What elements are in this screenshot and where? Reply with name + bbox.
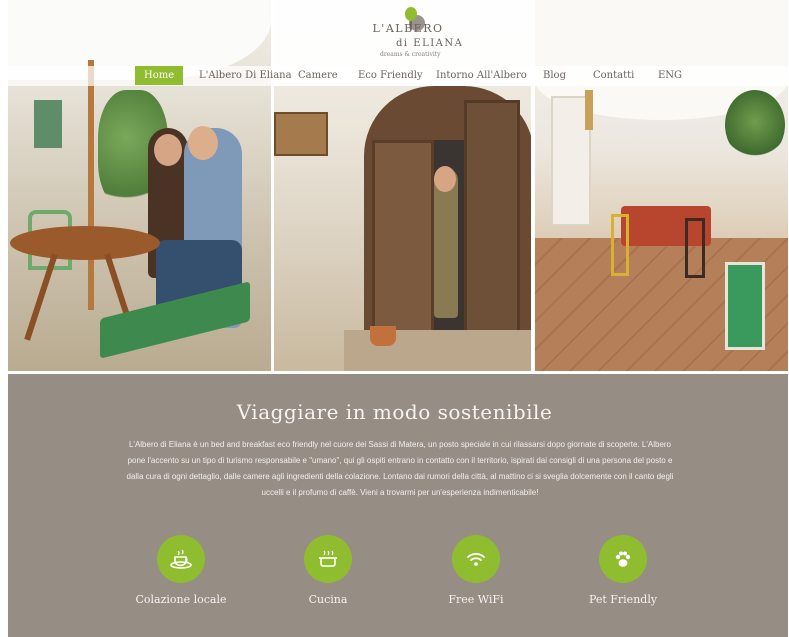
brand-name[interactable]: L'ALBERO <box>353 22 463 35</box>
flower-pot <box>370 326 396 346</box>
nav-item-language-eng[interactable]: ENG <box>658 66 682 85</box>
umbrella-pole <box>88 60 94 310</box>
person-woman-door-head <box>434 166 456 192</box>
feature-pet-friendly[interactable]: Pet Friendly <box>573 535 673 606</box>
hero-photo-couple <box>8 0 271 371</box>
paw-icon <box>599 535 647 583</box>
section-title: Viaggiare in modo sostenibile <box>236 400 553 424</box>
door-left-panel <box>372 140 434 338</box>
dark-chair <box>685 218 705 278</box>
feature-label: Colazione locale <box>135 593 227 606</box>
hanging-plant <box>725 90 785 160</box>
cooking-pot-icon <box>304 535 352 583</box>
brand-tagline: dreams & creativity <box>380 51 441 58</box>
nav-item-eco-friendly[interactable]: Eco Friendly <box>358 66 423 85</box>
yellow-chair <box>611 214 629 276</box>
brand-name-sub: di ELIANA <box>396 38 464 49</box>
green-cabinet <box>725 262 765 350</box>
nav-item-surroundings[interactable]: Intorno All'Albero <box>436 66 527 85</box>
nav-item-blog[interactable]: Blog <box>543 66 566 85</box>
section-paragraph: L'Albero di Eliana è un bed and breakfas… <box>126 440 674 497</box>
green-shutter <box>34 100 62 148</box>
coffee-cup-icon <box>157 535 205 583</box>
pendant-lamp <box>585 90 593 130</box>
nav-item-rooms[interactable]: Camere <box>298 66 338 85</box>
feature-label: Cucina <box>308 593 348 606</box>
nav-item-home[interactable]: Home <box>135 66 184 85</box>
person-woman-head <box>154 134 182 166</box>
wifi-icon <box>452 535 500 583</box>
feature-kitchen[interactable]: Cucina <box>278 535 378 606</box>
nav-item-about[interactable]: L'Albero Di Eliana <box>199 66 292 85</box>
person-man-head <box>188 126 218 160</box>
feature-label: Pet Friendly <box>588 593 658 606</box>
wooden-sign <box>274 112 328 156</box>
door-right-panel <box>464 100 520 338</box>
feature-label: Free WiFi <box>448 593 504 606</box>
nav-item-contacts[interactable]: Contatti <box>593 66 634 85</box>
feature-wifi[interactable]: Free WiFi <box>426 535 526 606</box>
feature-breakfast[interactable]: Colazione locale <box>131 535 231 606</box>
hero-photo-kitchen <box>535 0 788 371</box>
garden-table <box>10 226 160 260</box>
